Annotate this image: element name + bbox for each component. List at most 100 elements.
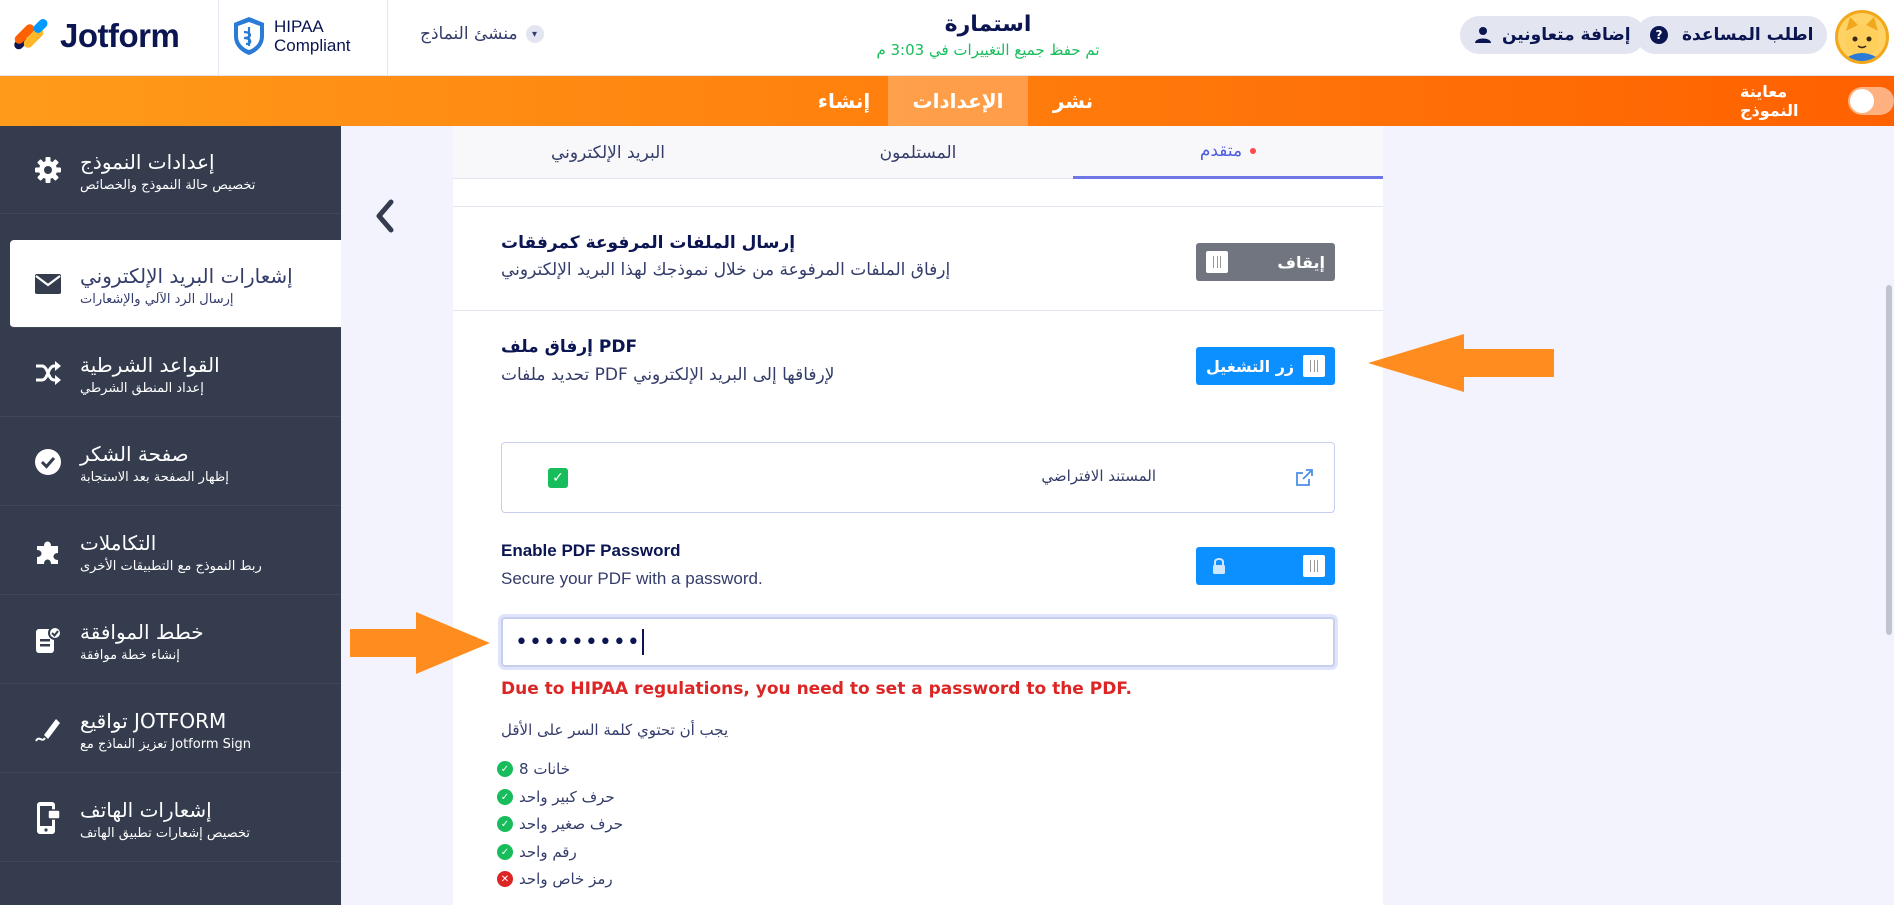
check-badge-icon: ✓: [497, 789, 513, 805]
question-icon: ?: [1650, 26, 1668, 44]
sidebar-item-integrations[interactable]: التكاملات ربط النموذج مع التطبيقات الأخر…: [0, 507, 341, 595]
password-rule: ✕ رمز خاص واحد: [497, 870, 613, 888]
attachments-toggle-label: إيقاف: [1277, 252, 1325, 272]
tab-publish[interactable]: نشر: [1028, 76, 1118, 126]
x-badge-icon: ✕: [497, 871, 513, 887]
sidebar-item-title: إعدادات النموذج: [80, 150, 215, 174]
email-settings-panel: البريد الإلكتروني المستلمون متقدم إرسال …: [453, 126, 1383, 905]
sidebar-item-subtitle: إظهار الصفحة بعد الاستجابة: [80, 470, 229, 485]
tab-advanced[interactable]: متقدم: [1073, 126, 1383, 179]
password-rule: ✓ رقم واحد: [497, 843, 577, 861]
password-rule: ✓ حرف كبير واحد: [497, 788, 615, 806]
check-circle-icon: [32, 446, 64, 478]
tab-build[interactable]: إنشاء: [800, 76, 888, 126]
pdf-password-desc: Secure your PDF with a password.: [501, 569, 763, 588]
scrollbar[interactable]: [1886, 285, 1892, 635]
pdf-password-toggle[interactable]: [1196, 547, 1335, 585]
tab-email[interactable]: البريد الإلكتروني: [453, 126, 763, 179]
toggle-knob: [1206, 251, 1228, 273]
external-link-icon[interactable]: [1294, 468, 1314, 488]
sidebar-item-subtitle: إنشاء خطة موافقة: [80, 648, 180, 663]
sidebar-item-title: تواقيع JOTFORM: [80, 709, 227, 733]
check-badge-icon: ✓: [497, 816, 513, 832]
shuffle-icon: [32, 357, 64, 389]
gear-icon: [32, 154, 64, 186]
form-builder-dropdown[interactable]: منشئ النماذج ▾: [420, 24, 544, 44]
pdf-password-input[interactable]: •••••••••: [501, 617, 1335, 667]
tab-recipients[interactable]: المستلمون: [763, 126, 1073, 179]
sidebar-item-mobile-notifications[interactable]: إشعارات الهاتف تخصيص إشعارات تطبيق الهات…: [0, 774, 341, 862]
sidebar-item-email-notifications[interactable]: إشعارات البريد الإلكتروني إرسال الرد الآ…: [10, 240, 341, 328]
password-rule-text: رقم واحد: [519, 843, 577, 861]
form-builder-label: منشئ النماذج: [420, 24, 518, 44]
get-help-button[interactable]: ? اطلب المساعدة: [1636, 16, 1828, 54]
envelope-icon: [32, 268, 64, 300]
divider: [218, 0, 219, 76]
saved-status: تم حفظ جميع التغييرات في 3:03 م: [876, 41, 1100, 59]
shield-icon: [234, 17, 264, 55]
tab-settings[interactable]: الإعدادات: [888, 76, 1028, 126]
preview-label: معاينة النموذج: [1740, 82, 1799, 120]
lock-icon: [1213, 558, 1225, 574]
preview-switch[interactable]: [1847, 87, 1894, 115]
top-bar: Jotform HIPAA Compliant منشئ النماذج ▾ ا…: [0, 0, 1894, 76]
hipaa-badge: HIPAA Compliant: [232, 16, 351, 56]
pdf-password-value: •••••••••: [515, 629, 641, 655]
password-rule-text: حرف صغير واحد: [519, 815, 623, 833]
collapse-panel-button[interactable]: [370, 196, 400, 236]
pdf-attach-toggle[interactable]: زر التشغيل: [1196, 347, 1335, 385]
sidebar-item-subtitle: إرسال الرد الآلي والإشعارات: [80, 292, 234, 307]
get-help-label: اطلب المساعدة: [1682, 25, 1814, 45]
sidebar-item-approval-flows[interactable]: خطط الموافقة إنشاء خطة موافقة: [0, 596, 341, 684]
sidebar-item-title: خطط الموافقة: [80, 620, 204, 644]
check-badge-icon: ✓: [497, 761, 513, 777]
password-rule-text: حرف كبير واحد: [519, 788, 615, 806]
sidebar-item-form-settings[interactable]: إعدادات النموذج تخصيص حالة النموذج والخص…: [0, 126, 341, 214]
toggle-knob: [1303, 355, 1325, 377]
chevron-down-icon: ▾: [525, 25, 544, 43]
sidebar-item-title: إشعارات الهاتف: [80, 798, 212, 822]
chevron-left-icon: [376, 199, 394, 233]
attachments-desc: إرفاق الملفات المرفوعة من خلال نموذجك له…: [501, 260, 951, 280]
text-caret: [641, 629, 644, 655]
pdf-attach-desc: تحديد ملفات PDF لإرفاقها إلى البريد الإل…: [501, 365, 835, 385]
password-rule: ✓ 8 خانات: [497, 760, 570, 778]
sidebar-item-subtitle: تعزيز النماذج مع Jotform Sign: [80, 737, 251, 752]
sidebar-item-subtitle: ربط النموذج مع التطبيقات الأخرى: [80, 559, 262, 574]
pdf-attach-toggle-label: زر التشغيل: [1206, 356, 1295, 376]
sidebar-item-title: التكاملات: [80, 531, 157, 555]
jotform-logo[interactable]: Jotform: [12, 14, 180, 58]
builder-nav: إنشاء الإعدادات نشر معاينة النموذج: [0, 76, 1894, 126]
default-document-label: المستند الافتراضي: [1041, 467, 1156, 485]
sidebar-item-thank-you-page[interactable]: صفحة الشكر إظهار الصفحة بعد الاستجابة: [0, 418, 341, 506]
sidebar-item-title: صفحة الشكر: [80, 442, 189, 466]
brand-name: Jotform: [60, 17, 180, 54]
hipaa-line2: Compliant: [274, 36, 351, 55]
attachments-title: إرسال الملفات المرفوعة كمرفقات: [501, 233, 796, 253]
add-collaborators-label: إضافة متعاونين: [1502, 25, 1631, 45]
password-rules-heading: يجب أن تحتوي كلمة السر على الأقل: [501, 721, 729, 739]
form-title[interactable]: استمارة: [800, 12, 1176, 37]
add-collaborators-button[interactable]: إضافة متعاونين: [1460, 16, 1645, 54]
check-badge-icon: ✓: [497, 844, 513, 860]
sidebar-item-jotform-sign[interactable]: تواقيع JOTFORM تعزيز النماذج مع Jotform …: [0, 685, 341, 773]
sidebar-item-subtitle: إعداد المنطق الشرطي: [80, 381, 204, 396]
section-divider: [453, 180, 1383, 207]
sidebar-item-title: إشعارات البريد الإلكتروني: [80, 264, 293, 288]
form-preview-toggle[interactable]: معاينة النموذج: [1740, 76, 1894, 126]
default-document-checkbox[interactable]: ✓: [548, 468, 568, 488]
mobile-icon: [32, 801, 64, 834]
avatar[interactable]: [1835, 10, 1889, 64]
approval-icon: [32, 624, 64, 656]
form-title-area: استمارة تم حفظ جميع التغييرات في 3:03 م: [800, 12, 1176, 59]
password-rule: ✓ حرف صغير واحد: [497, 815, 623, 833]
attachments-toggle[interactable]: إيقاف: [1196, 243, 1335, 281]
sidebar-item-title: القواعد الشرطية: [80, 353, 220, 377]
pdf-password-title: Enable PDF Password: [501, 541, 681, 560]
password-rule-text: 8 خانات: [519, 760, 571, 778]
hipaa-line1: HIPAA: [274, 17, 324, 36]
sidebar-item-subtitle: تخصيص إشعارات تطبيق الهاتف: [80, 826, 250, 841]
sidebar-item-conditions[interactable]: القواعد الشرطية إعداد المنطق الشرطي: [0, 329, 341, 417]
toggle-knob: [1303, 555, 1325, 577]
pdf-attach-title: إرفاق ملف PDF: [501, 337, 638, 357]
